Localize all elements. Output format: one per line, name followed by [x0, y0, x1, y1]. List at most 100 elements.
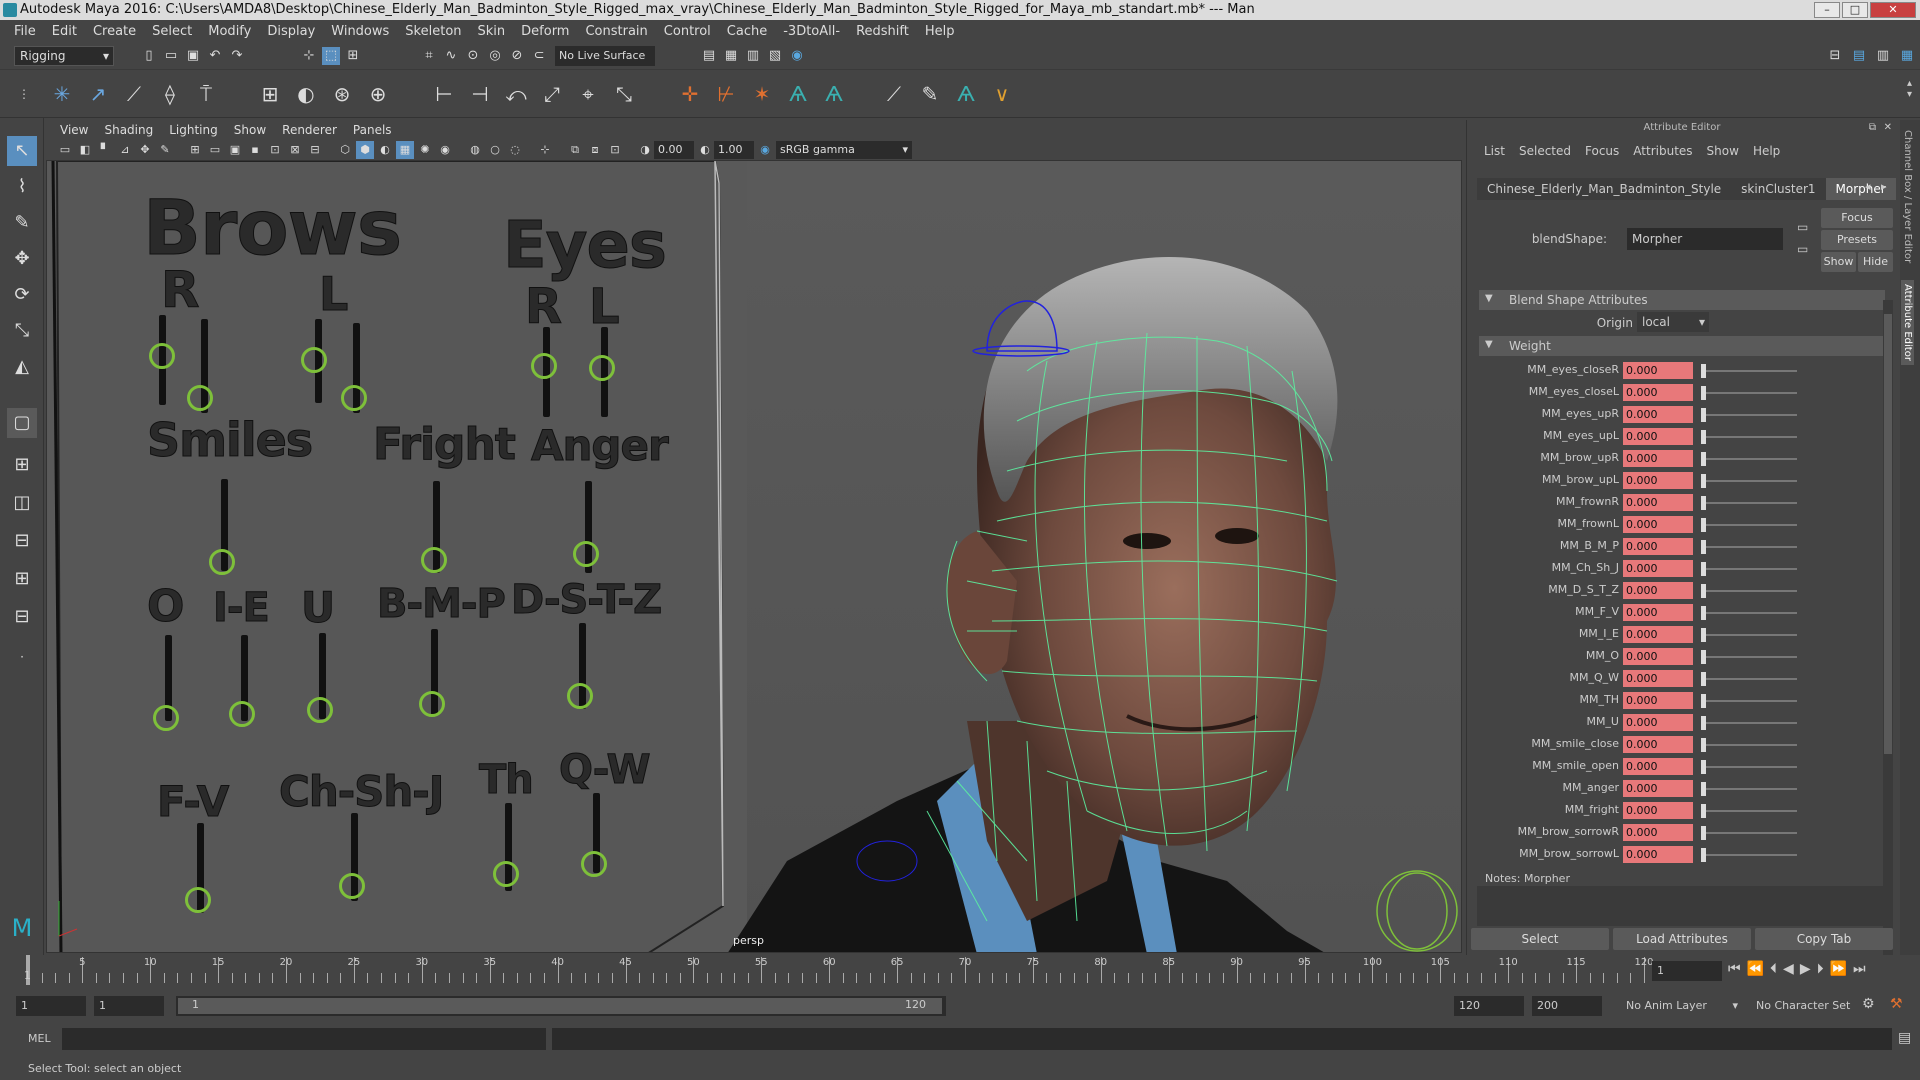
tab-attribute-editor[interactable]: Attribute Editor: [1901, 280, 1914, 365]
ae-menu-help[interactable]: Help: [1746, 144, 1787, 158]
render-view-icon[interactable]: ▧: [766, 47, 784, 65]
weight-slider[interactable]: [1701, 364, 1797, 378]
point-constraint-icon[interactable]: ⊣: [466, 80, 494, 108]
xray-components-icon[interactable]: ⊡: [606, 141, 624, 159]
weight-slider-handle[interactable]: [1701, 584, 1706, 598]
weight-slider-handle[interactable]: [1701, 562, 1706, 576]
weight-value-field[interactable]: 0.000: [1623, 516, 1693, 533]
character-head-model[interactable]: [727, 161, 1462, 953]
textured-icon[interactable]: ▦: [396, 141, 414, 159]
weight-value-field[interactable]: 0.000: [1623, 406, 1693, 423]
weight-value-field[interactable]: 0.000: [1623, 824, 1693, 841]
shoulder-control[interactable]: [1376, 870, 1458, 952]
magnet-icon[interactable]: ⊂: [530, 47, 548, 65]
select-hierarchy-icon[interactable]: ⊹: [300, 47, 318, 65]
select-button[interactable]: Select: [1471, 928, 1609, 950]
weight-slider-handle[interactable]: [1701, 364, 1706, 378]
weight-slider[interactable]: [1701, 628, 1797, 642]
hik-character-icon[interactable]: Ѧ: [784, 80, 812, 108]
shadows-icon[interactable]: ◉: [436, 141, 454, 159]
current-frame-field[interactable]: 1: [1652, 961, 1722, 981]
weight-value-field[interactable]: 0.000: [1623, 736, 1693, 753]
smooth-shade-icon[interactable]: ⬢: [356, 141, 374, 159]
menu-constrain[interactable]: Constrain: [577, 24, 655, 39]
orient-constraint-icon[interactable]: ⤺: [502, 80, 530, 108]
close-button[interactable]: ✕: [1870, 2, 1916, 18]
weight-slider[interactable]: [1701, 452, 1797, 466]
control-f-v[interactable]: [185, 887, 211, 913]
weight-value-field[interactable]: 0.000: [1623, 428, 1693, 445]
control-o[interactable]: [153, 705, 179, 731]
step-back-key-icon[interactable]: ⏪: [1747, 961, 1764, 977]
weight-value-field[interactable]: 0.000: [1623, 582, 1693, 599]
control-brow-r-1[interactable]: [149, 343, 175, 369]
maximize-button[interactable]: □: [1842, 2, 1868, 18]
gamma-icon[interactable]: ◐: [696, 141, 714, 159]
weight-slider[interactable]: [1701, 738, 1797, 752]
menu-modify[interactable]: Modify: [200, 24, 259, 39]
menu-control[interactable]: Control: [656, 24, 719, 39]
menu-select[interactable]: Select: [144, 24, 200, 39]
anim-layer-dropdown[interactable]: No Anim Layer ▾: [1622, 996, 1740, 1016]
control-ch-sh-j[interactable]: [339, 873, 365, 899]
command-language-label[interactable]: MEL: [28, 1032, 51, 1045]
exposure-field[interactable]: 0.00: [654, 141, 694, 159]
play-forward-icon[interactable]: ▶: [1800, 961, 1811, 977]
auto-key-icon[interactable]: ⚙: [1862, 996, 1875, 1012]
control-fright[interactable]: [421, 547, 447, 573]
persp-graph-layout-icon[interactable]: ⊞: [7, 564, 37, 594]
weight-slider[interactable]: [1701, 672, 1797, 686]
ipr-render-icon[interactable]: ▥: [744, 47, 762, 65]
weight-value-field[interactable]: 0.000: [1623, 692, 1693, 709]
menu-display[interactable]: Display: [259, 24, 323, 39]
tab-transform-node[interactable]: Chinese_Elderly_Man_Badminton_Style: [1477, 178, 1732, 200]
ae-menu-show[interactable]: Show: [1700, 144, 1746, 158]
step-forward-key-icon[interactable]: ⏩: [1830, 961, 1847, 977]
control-smiles[interactable]: [209, 549, 235, 575]
weight-slider[interactable]: [1701, 804, 1797, 818]
viewport-menu-panels[interactable]: Panels: [345, 123, 400, 137]
control-b-m-p[interactable]: [419, 691, 445, 717]
weight-slider[interactable]: [1701, 760, 1797, 774]
weight-value-field[interactable]: 0.000: [1623, 472, 1693, 489]
weight-value-field[interactable]: 0.000: [1623, 714, 1693, 731]
insert-joint-icon[interactable]: ⟠: [156, 80, 184, 108]
control-eye-l[interactable]: [589, 355, 615, 381]
camera-attrs-icon[interactable]: ◧: [76, 141, 94, 159]
time-slider[interactable]: 5 10 15 20 25 30 35 40 45 50 55 60 65 70 75 80 85 90 95 100…: [0, 955, 1920, 987]
presets-button[interactable]: Presets: [1821, 230, 1893, 250]
weight-value-field[interactable]: 0.000: [1623, 604, 1693, 621]
animation-end-field[interactable]: 200: [1532, 996, 1602, 1016]
image-plane-icon[interactable]: ⊿: [116, 141, 134, 159]
modeling-toolkit-icon[interactable]: ⊟: [1826, 47, 1844, 65]
weight-slider[interactable]: [1701, 848, 1797, 862]
move-tool-icon[interactable]: ✥: [7, 244, 37, 274]
menu-cache[interactable]: Cache: [719, 24, 775, 39]
aim-constraint-icon[interactable]: ⌖: [574, 80, 602, 108]
weight-slider-handle[interactable]: [1701, 694, 1706, 708]
side-by-side-layout-icon[interactable]: ◫: [7, 488, 37, 518]
playback-start-field[interactable]: 1: [94, 996, 164, 1016]
render-settings-icon[interactable]: ▤: [700, 47, 718, 65]
motion-blur-icon[interactable]: ○: [486, 141, 504, 159]
show-button[interactable]: Show: [1821, 252, 1856, 272]
viewport-menu-shading[interactable]: Shading: [96, 123, 161, 137]
animation-start-field[interactable]: 1: [16, 996, 86, 1016]
save-scene-icon[interactable]: ▣: [184, 47, 202, 65]
pole-vector-icon[interactable]: ⤡: [610, 80, 638, 108]
hik-controls-icon[interactable]: Ѧ: [820, 80, 848, 108]
menu-skin[interactable]: Skin: [470, 24, 514, 39]
weight-slider[interactable]: [1701, 496, 1797, 510]
play-backward-icon[interactable]: ◀: [1783, 961, 1794, 977]
menu-skeleton[interactable]: Skeleton: [397, 24, 469, 39]
close-panel-icon[interactable]: ✕: [1884, 122, 1892, 133]
tab-skincluster[interactable]: skinCluster1: [1731, 178, 1826, 200]
weight-value-field[interactable]: 0.000: [1623, 626, 1693, 643]
open-scene-icon[interactable]: ▭: [162, 47, 180, 65]
control-brow-l-2[interactable]: [341, 385, 367, 411]
joint-tool-icon[interactable]: ✳: [48, 80, 76, 108]
shelf-menu-icon[interactable]: ⋮: [10, 80, 38, 108]
control-brow-r-2[interactable]: [187, 385, 213, 411]
hypershade-layout-icon[interactable]: ⊟: [7, 602, 37, 632]
control-eye-r[interactable]: [531, 353, 557, 379]
